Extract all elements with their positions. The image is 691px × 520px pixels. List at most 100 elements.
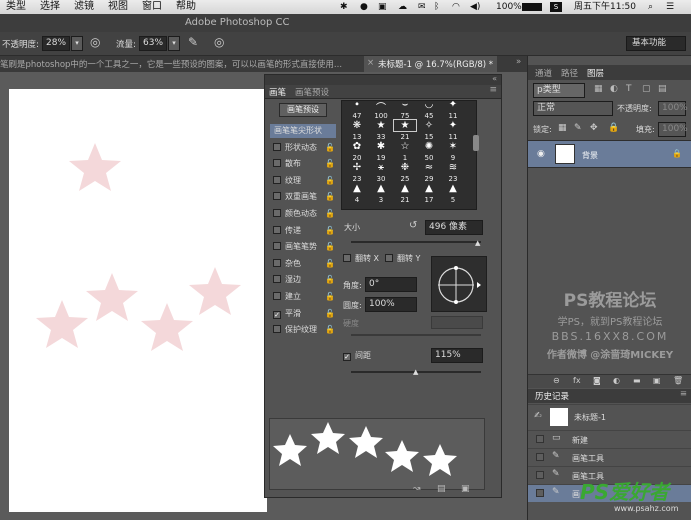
brush-tip-shape[interactable]: ★ bbox=[393, 119, 417, 132]
size-slider-handle[interactable]: ▲ bbox=[475, 239, 480, 247]
brush-option[interactable]: 画笔笔尖形状 bbox=[270, 124, 336, 138]
menu-type[interactable]: 类型 bbox=[6, 0, 26, 14]
tip-grid-scrollbar[interactable] bbox=[473, 135, 479, 151]
brush-tip-shape[interactable]: ✱ bbox=[370, 141, 392, 152]
cloud-icon[interactable]: ☁ bbox=[398, 0, 407, 14]
tab-channels[interactable]: 通道 bbox=[535, 67, 552, 79]
brush-tip-shape[interactable]: ▲ bbox=[370, 183, 392, 194]
delete-layer-icon[interactable]: 🗑 bbox=[673, 376, 683, 385]
fill-input[interactable]: 100% bbox=[658, 122, 688, 137]
brush-option[interactable]: 形状动态 🔓 bbox=[273, 141, 335, 155]
brush-option[interactable]: 颜色动态 🔓 bbox=[273, 207, 335, 221]
visibility-eye-icon[interactable]: ◉ bbox=[537, 149, 545, 159]
history-source-box[interactable] bbox=[536, 453, 544, 461]
lock-position-icon[interactable]: ✥ bbox=[590, 123, 598, 133]
filter-adjust-icon[interactable]: ◐ bbox=[610, 84, 618, 94]
hardness-slider[interactable] bbox=[351, 334, 481, 336]
brush-tip-shape[interactable]: ≈ bbox=[418, 162, 440, 173]
hardness-input[interactable] bbox=[431, 316, 483, 329]
volume-icon[interactable]: ◀) bbox=[470, 0, 480, 14]
brush-tip-shape[interactable]: ★ bbox=[370, 120, 392, 131]
tab-layers[interactable]: 图层 bbox=[587, 67, 604, 79]
brush-tip-shape[interactable]: ❋ bbox=[346, 120, 368, 131]
history-source-box[interactable] bbox=[536, 489, 544, 497]
brush-tip-shape[interactable]: ◡ bbox=[418, 101, 440, 110]
brush-tip-shape[interactable]: ▲ bbox=[394, 183, 416, 194]
tab-history[interactable]: 历史记录 bbox=[535, 390, 569, 402]
tab-brush[interactable]: 画笔 bbox=[269, 86, 286, 98]
brush-tip-shape[interactable]: ⌣ bbox=[394, 101, 416, 110]
brush-option-checkbox[interactable] bbox=[273, 275, 281, 284]
brush-option[interactable]: 杂色 🔓 bbox=[273, 257, 335, 271]
layer-name[interactable]: 背景 bbox=[582, 150, 598, 161]
reset-size-icon[interactable]: ↺ bbox=[409, 220, 417, 231]
brush-tip-shape[interactable]: ▲ bbox=[346, 183, 368, 194]
lock-icon[interactable]: 🔓 bbox=[325, 307, 335, 321]
lock-icon[interactable]: 🔓 bbox=[325, 141, 335, 155]
brush-tip-grid[interactable]: ∙ 47 ⌒ 100 ⌣ 75 ◡ 45 ✦ 11 ❋ 13 ★ 33 ★ 21 ✧ 15 ✦ 11 ✿ 20 ✱ 19 ☆ 1 ✺… bbox=[341, 100, 477, 210]
brush-tip-shape[interactable]: ⚹ bbox=[370, 162, 392, 173]
panel-menu-icon[interactable]: ≡ bbox=[489, 85, 497, 95]
brush-option-checkbox[interactable] bbox=[273, 209, 281, 217]
history-item[interactable]: ▭ 新建 bbox=[528, 430, 691, 448]
lock-icon[interactable]: 🔓 bbox=[325, 157, 335, 171]
layer-filter-dropdown[interactable]: p类型 bbox=[533, 83, 585, 98]
filter-smart-icon[interactable]: ▤ bbox=[658, 84, 667, 94]
flip-x[interactable]: 翻转 X bbox=[343, 253, 379, 264]
adjustment-icon[interactable]: ◐ bbox=[613, 376, 620, 385]
lock-all-icon[interactable]: 🔒 bbox=[608, 123, 619, 133]
history-item[interactable]: ✎ 画笔工具 bbox=[528, 448, 691, 466]
bluetooth-icon[interactable]: ✱ bbox=[340, 0, 348, 14]
brush-tip-shape[interactable]: ✶ bbox=[442, 141, 464, 152]
brush-option-checkbox[interactable] bbox=[273, 258, 281, 267]
layer-opacity-input[interactable]: 100% bbox=[658, 101, 688, 116]
panel-collapse-icon[interactable]: » bbox=[516, 57, 521, 67]
brush-option-checkbox[interactable]: ✓ bbox=[273, 310, 281, 319]
brush-option-checkbox[interactable] bbox=[273, 192, 281, 201]
menu-window[interactable]: 窗口 bbox=[142, 0, 162, 14]
brush-option[interactable]: 湿边 🔓 bbox=[273, 273, 335, 287]
lock-icon[interactable]: 🔓 bbox=[325, 207, 335, 221]
flip-x-checkbox[interactable] bbox=[343, 254, 351, 262]
battery-icon[interactable] bbox=[522, 3, 542, 11]
layer-lock-icon[interactable]: 🔒 bbox=[672, 149, 682, 158]
brush-option-checkbox[interactable] bbox=[273, 159, 281, 168]
brush-option[interactable]: ✓ 平滑 🔓 bbox=[273, 307, 335, 321]
size-slider[interactable] bbox=[351, 241, 481, 243]
lock-icon[interactable]: 🔓 bbox=[325, 290, 335, 304]
roundness-input[interactable]: 100% bbox=[365, 297, 417, 312]
filter-text-icon[interactable]: T bbox=[626, 84, 632, 94]
opacity-dropdown-icon[interactable]: ▾ bbox=[71, 36, 83, 51]
brush-tip-shape[interactable]: ∙ bbox=[346, 101, 368, 110]
lock-icon[interactable]: 🔓 bbox=[325, 190, 335, 204]
brush-tip-shape[interactable]: ▲ bbox=[442, 183, 464, 194]
flow-dropdown-icon[interactable]: ▾ bbox=[168, 36, 180, 51]
opacity-input[interactable]: 28% bbox=[42, 36, 70, 51]
flow-input[interactable]: 63% bbox=[139, 36, 167, 51]
history-source-box[interactable] bbox=[536, 435, 544, 443]
brush-option-checkbox[interactable] bbox=[273, 325, 281, 334]
brush-tip-shape[interactable]: ▲ bbox=[418, 183, 440, 194]
brush-option-checkbox[interactable] bbox=[273, 292, 281, 300]
clock[interactable]: 周五下午11:50 bbox=[574, 0, 636, 14]
spacing-checkbox[interactable]: ✓ bbox=[343, 353, 351, 361]
history-snapshot[interactable]: ✍ 未标题-1 bbox=[528, 404, 691, 428]
group-icon[interactable]: ▬ bbox=[633, 376, 641, 385]
lock-icon[interactable]: 🔓 bbox=[325, 323, 335, 337]
brush-option-checkbox[interactable] bbox=[273, 142, 281, 151]
brush-tip-shape[interactable]: ≋ bbox=[442, 162, 464, 173]
flip-y[interactable]: 翻转 Y bbox=[385, 253, 420, 264]
history-menu-icon[interactable]: ≡ bbox=[680, 389, 687, 399]
tab-paths[interactable]: 路径 bbox=[561, 67, 578, 79]
spacing-row[interactable]: ✓ 间距 bbox=[343, 350, 371, 361]
lock-transparent-icon[interactable]: ▦ bbox=[558, 123, 567, 133]
filter-pixel-icon[interactable]: ▦ bbox=[594, 84, 603, 94]
mail-icon[interactable]: ✉ bbox=[418, 0, 426, 14]
filter-shape-icon[interactable]: ▢ bbox=[642, 84, 651, 94]
new-preset-icon[interactable]: ▣ bbox=[461, 484, 470, 494]
spotlight-icon[interactable]: ⌕ bbox=[648, 0, 653, 14]
blend-mode-dropdown[interactable]: 正常 bbox=[533, 101, 613, 116]
angle-roundness-widget[interactable] bbox=[431, 256, 487, 312]
brush-option-checkbox[interactable] bbox=[273, 225, 281, 234]
brush-tip-shape[interactable]: ✦ bbox=[442, 101, 464, 110]
